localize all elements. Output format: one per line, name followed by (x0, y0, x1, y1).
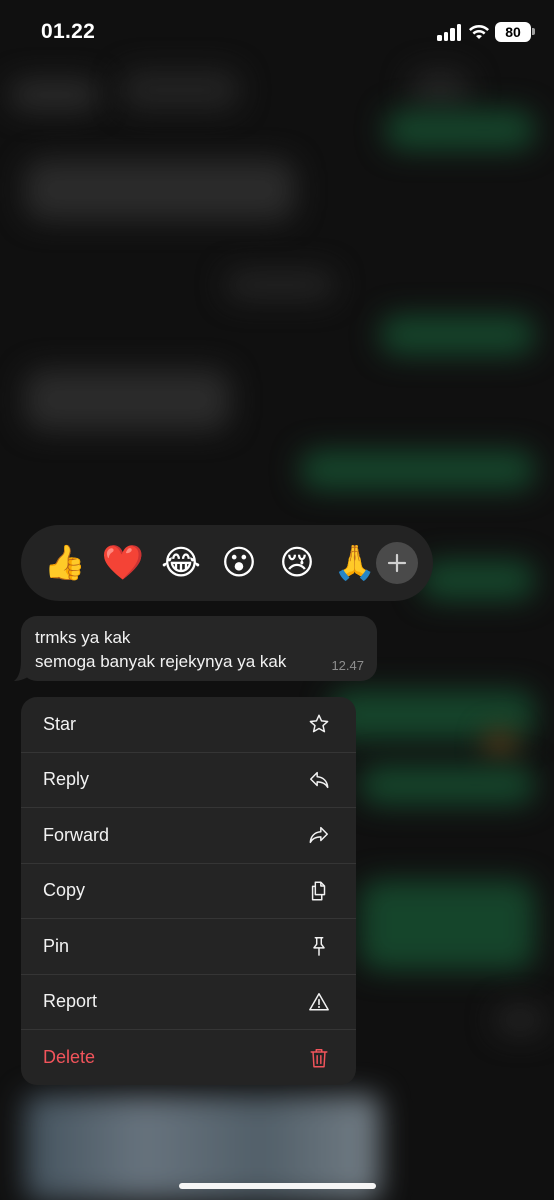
reply-icon (310, 771, 329, 788)
status-time: 01.22 (41, 20, 96, 43)
status-bar: 01.22 80 (0, 0, 554, 66)
message-context-menu: Star Reply Forward Copy Pin Report Delet… (21, 697, 356, 1085)
message-text-line-2: semoga banyak rejekynya ya kak (35, 652, 287, 671)
menu-item-label: Delete (43, 1047, 96, 1068)
menu-item-label: Forward (43, 824, 110, 845)
reaction-bar: 👍 ❤️ 😂 😮 😢 🙏 (21, 525, 433, 601)
message-text-line-1: trmks ya kak (35, 628, 131, 647)
cellular-signal-icon (437, 24, 463, 41)
menu-item-label: Copy (43, 880, 86, 901)
copy-icon (311, 881, 326, 901)
battery-tip (532, 28, 535, 35)
reaction-surprised[interactable]: 😮 (210, 534, 268, 592)
reaction-tears-of-joy[interactable]: 😂 (152, 534, 210, 592)
reaction-heart[interactable]: ❤️ (94, 534, 152, 592)
menu-item-report[interactable]: Report (21, 975, 356, 1030)
warning-icon (309, 992, 329, 1011)
menu-item-label: Pin (43, 935, 70, 956)
menu-item-label: Reply (43, 769, 90, 790)
reaction-thumbs-up[interactable]: 👍 (36, 534, 94, 592)
message-bubble[interactable]: trmks ya kak semoga banyak rejekynya ya … (21, 616, 377, 681)
plus-icon (387, 553, 407, 573)
reaction-crying[interactable]: 😢 (268, 534, 326, 592)
pin-icon (313, 937, 325, 957)
wifi-icon (469, 25, 489, 39)
trash-icon (310, 1048, 328, 1068)
star-icon (309, 714, 329, 733)
message-timestamp: 12.47 (331, 658, 364, 673)
more-reactions-button[interactable] (376, 542, 418, 584)
menu-item-copy[interactable]: Copy (21, 864, 356, 919)
menu-item-label: Star (43, 713, 77, 734)
menu-item-label: Report (43, 991, 98, 1012)
menu-item-star[interactable]: Star (21, 697, 356, 753)
forward-icon (309, 827, 328, 844)
menu-item-delete[interactable]: Delete (21, 1030, 356, 1085)
menu-item-pin[interactable]: Pin (21, 919, 356, 975)
menu-item-reply[interactable]: Reply (21, 753, 356, 808)
home-indicator[interactable] (179, 1183, 376, 1189)
menu-item-forward[interactable]: Forward (21, 808, 356, 864)
battery-indicator: 80 (495, 22, 531, 42)
